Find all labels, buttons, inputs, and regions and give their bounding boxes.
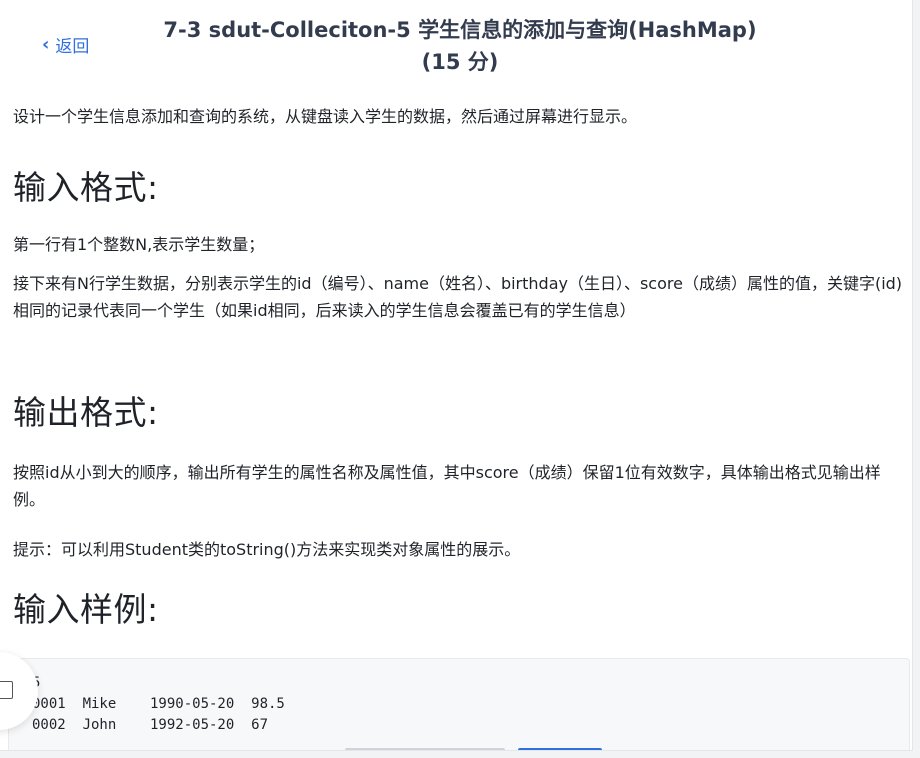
intro-text: 设计一个学生信息添加和查询的系统，从键盘读入学生的数据，然后通过屏幕进行显示。 [13, 107, 638, 126]
sample-input-code: 5 0001 Mike 1990-05-20 98.5 0002 John 19… [32, 675, 285, 733]
chevron-left-icon: ‹ [42, 33, 50, 55]
input-format-heading: 输入格式: [13, 168, 159, 207]
output-line-1: 按照id从小到大的顺序，输出所有学生的属性名称及属性值，其中score（成绩）保… [13, 463, 881, 509]
problem-page: ‹ 返回 7-3 sdut-Colleciton-5 学生信息的添加与查询(Ha… [0, 0, 913, 751]
title-line1: 7-3 sdut-Colleciton-5 学生信息的添加与查询(HashMap… [163, 18, 757, 42]
input-line-1: 第一行有1个整数N,表示学生数量； [13, 235, 265, 254]
input-line-2: 接下来有N行学生数据，分别表示学生的id（编号）、name（姓名）、birthd… [13, 274, 903, 320]
output-hint: 提示：可以利用Student类的toString()方法来实现类对象属性的展示。 [13, 540, 521, 559]
back-label: 返回 [55, 37, 90, 57]
output-format-heading: 输出格式: [13, 393, 159, 432]
back-button[interactable]: ‹ 返回 [42, 32, 89, 57]
checkbox-icon[interactable] [0, 681, 13, 699]
page-title: 7-3 sdut-Colleciton-5 学生信息的添加与查询(HashMap… [120, 14, 800, 78]
sample-input-code-block: 5 0001 Mike 1990-05-20 98.5 0002 John 19… [8, 658, 910, 750]
bottom-active-indicator [518, 748, 602, 750]
title-line2: (15 分) [421, 50, 499, 74]
bottom-scroll-indicator [345, 748, 505, 750]
sample-input-heading: 输入样例: [13, 590, 159, 629]
